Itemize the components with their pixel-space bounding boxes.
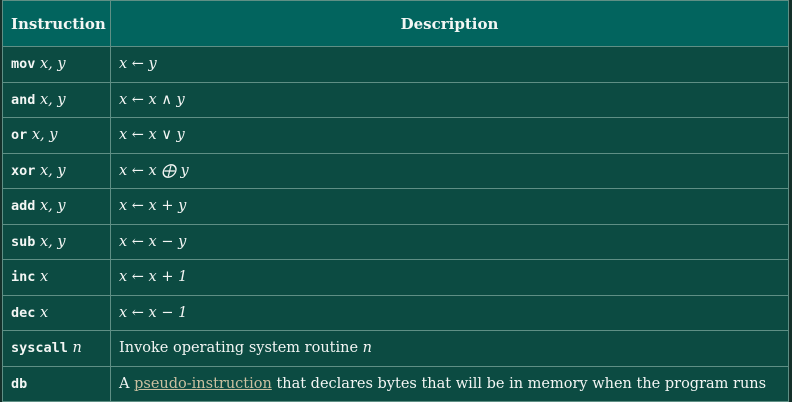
mnemonic: inc [11,269,36,286]
page: Instruction Description mov x, y x ← y a… [0,0,792,402]
table-row: db A pseudo-instruction that declares by… [2,365,789,402]
table-row: xor x, y x ← x ⨁ y [2,152,789,189]
instruction-cell: inc x [2,259,111,296]
table-row: syscall n Invoke operating system routin… [2,330,789,367]
description-cell: x ← x + y [110,188,789,225]
instruction-cell: db [2,365,111,402]
operands: x, y [40,198,66,215]
mnemonic: or [11,127,28,144]
table-row: mov x, y x ← y [2,46,789,83]
pseudo-instruction-link[interactable]: pseudo-instruction [134,376,272,392]
description-math: x ← x − y [119,233,187,250]
description-math: x ← x ⨁ y [119,162,189,179]
mnemonic: syscall [11,340,68,357]
description-cell: x ← x ∧ y [110,81,789,118]
description-text: that declares bytes that will be in memo… [276,375,767,392]
description-cell: A pseudo-instruction that declares bytes… [110,365,789,402]
instruction-table: Instruction Description mov x, y x ← y a… [2,0,789,402]
table-row: or x, y x ← x ∨ y [2,117,789,154]
operands: n [72,340,82,357]
operands: x, y [40,162,66,179]
mnemonic: and [11,91,36,108]
description-cell: x ← y [110,46,789,83]
description-math: x ← y [119,56,157,73]
column-header-instruction: Instruction [2,0,111,47]
description-math: n [362,340,373,357]
mnemonic: sub [11,233,36,250]
instruction-cell: and x, y [2,81,111,118]
description-math: x ← x ∧ y [119,91,185,108]
instruction-cell: sub x, y [2,223,111,260]
instruction-cell: syscall n [2,330,111,367]
instruction-cell: or x, y [2,117,111,154]
description-prefix: A [119,375,130,392]
column-header-description: Description [110,0,789,47]
description-cell: x ← x − 1 [110,294,789,331]
operands: x, y [40,56,66,73]
mnemonic: dec [11,304,36,321]
description-cell: x ← x ∨ y [110,117,789,154]
instruction-cell: mov x, y [2,46,111,83]
description-text: Invoke operating system routine [119,340,359,357]
description-cell: x ← x ⨁ y [110,152,789,189]
operands: x [40,269,49,286]
table-row: and x, y x ← x ∧ y [2,81,789,118]
instruction-cell: xor x, y [2,152,111,189]
mnemonic: xor [11,162,36,179]
operands: x, y [40,233,66,250]
mnemonic: mov [11,56,36,73]
description-cell: x ← x − y [110,223,789,260]
description-cell: Invoke operating system routine n [110,330,789,367]
description-math: x ← x + y [119,198,187,215]
description-math: x ← x − 1 [119,304,188,321]
instruction-cell: add x, y [2,188,111,225]
operands: x, y [31,127,58,144]
table-row: add x, y x ← x + y [2,188,789,225]
description-math: x ← x + 1 [119,269,188,286]
description-math: x ← x ∨ y [119,127,185,144]
table-row: sub x, y x ← x − y [2,223,789,260]
table-row: dec x x ← x − 1 [2,294,789,331]
mnemonic: add [11,198,36,215]
operands: x, y [40,91,66,108]
table-header-row: Instruction Description [2,0,789,47]
description-cell: x ← x + 1 [110,259,789,296]
table-row: inc x x ← x + 1 [2,259,789,296]
operands: x [40,304,49,321]
instruction-cell: dec x [2,294,111,331]
mnemonic: db [11,375,28,392]
